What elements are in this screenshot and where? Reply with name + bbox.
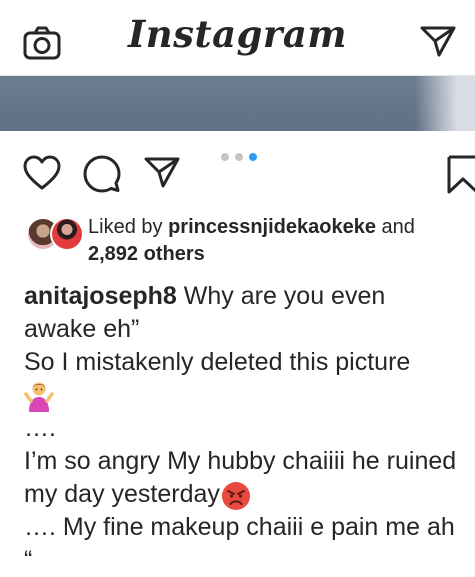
likes-summary: Liked by princessnjidekaokeke and 2,892 … <box>88 214 415 268</box>
liked-by-label: Liked by <box>88 216 163 238</box>
avatar[interactable] <box>50 217 84 251</box>
carousel-dot-active <box>249 153 257 161</box>
liker-username[interactable]: princessnjidekaokeke <box>168 216 376 238</box>
carousel-dot <box>221 153 229 161</box>
comment-bubble-icon[interactable] <box>83 155 121 193</box>
bookmark-icon[interactable] <box>447 155 475 195</box>
likes-connector: and <box>381 216 415 238</box>
person-shrugging-emoji <box>24 382 54 413</box>
carousel-dot <box>235 153 243 161</box>
likes-others-link[interactable]: 2,892 others <box>88 243 205 265</box>
instagram-logo[interactable]: Instagram <box>0 12 475 56</box>
top-header: Instagram <box>0 0 475 76</box>
share-paper-plane-icon[interactable] <box>143 155 181 189</box>
caption-line: anitajoseph8 Why are you even awake eh” <box>24 280 464 346</box>
post-caption: anitajoseph8 Why are you even awake eh” … <box>24 280 464 577</box>
caption-text: So I mistakenly deleted this picture <box>24 348 411 376</box>
caption-username[interactable]: anitajoseph8 <box>24 282 177 310</box>
caption-line: So I mistakenly deleted this picture <box>24 346 464 413</box>
liker-avatars[interactable] <box>26 217 86 251</box>
caption-line: I’m so angry My hubby chaiiii he ruined … <box>24 445 464 511</box>
angry-face-emoji <box>221 481 250 510</box>
heart-icon[interactable] <box>23 155 61 191</box>
carousel-indicator <box>221 153 263 163</box>
caption-line: …. <box>24 414 56 443</box>
paper-plane-icon[interactable] <box>419 24 457 58</box>
post-image-highlight <box>415 70 475 131</box>
caption-line: …. My fine makeup chaiii e pain me ah “ <box>24 513 455 575</box>
